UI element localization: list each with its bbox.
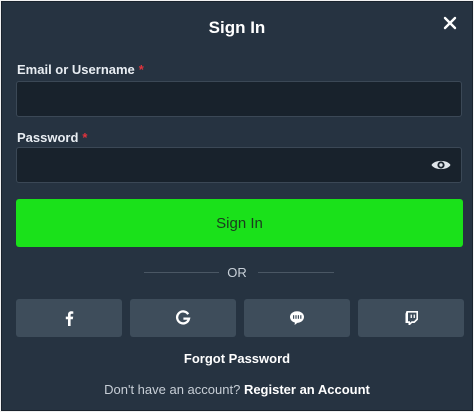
line-icon [290, 311, 304, 325]
line-login-button[interactable] [244, 299, 350, 337]
dialog-title: Sign In [208, 18, 266, 37]
or-label: OR [227, 265, 247, 280]
password-label-text: Password [17, 130, 79, 145]
twitch-login-button[interactable] [358, 299, 464, 337]
show-password-button[interactable] [430, 156, 452, 174]
email-label-text: Email or Username [17, 62, 135, 77]
close-icon [443, 16, 457, 30]
close-button[interactable] [440, 13, 460, 33]
divider-line-right [258, 272, 334, 273]
email-required-marker: * [138, 62, 144, 77]
facebook-login-button[interactable] [16, 299, 122, 337]
facebook-icon [65, 311, 74, 326]
email-label: Email or Username * [17, 62, 144, 77]
forgot-password-link[interactable]: Forgot Password [2, 351, 472, 366]
sign-in-button[interactable]: Sign In [16, 199, 463, 247]
sign-in-dialog: Sign In Email or Username * Password * Sig… [1, 1, 473, 411]
register-row: Don't have an account? Register an Accou… [2, 382, 472, 397]
email-input[interactable] [16, 81, 462, 117]
password-input[interactable] [16, 147, 462, 183]
google-login-button[interactable] [130, 299, 236, 337]
password-required-marker: * [82, 130, 88, 145]
password-label: Password * [17, 130, 87, 145]
register-link[interactable]: Register an Account [244, 382, 370, 397]
eye-icon [431, 160, 451, 170]
google-icon [175, 310, 191, 325]
or-divider: OR [2, 264, 472, 280]
twitch-icon [405, 311, 418, 325]
register-prompt: Don't have an account? [104, 382, 241, 397]
